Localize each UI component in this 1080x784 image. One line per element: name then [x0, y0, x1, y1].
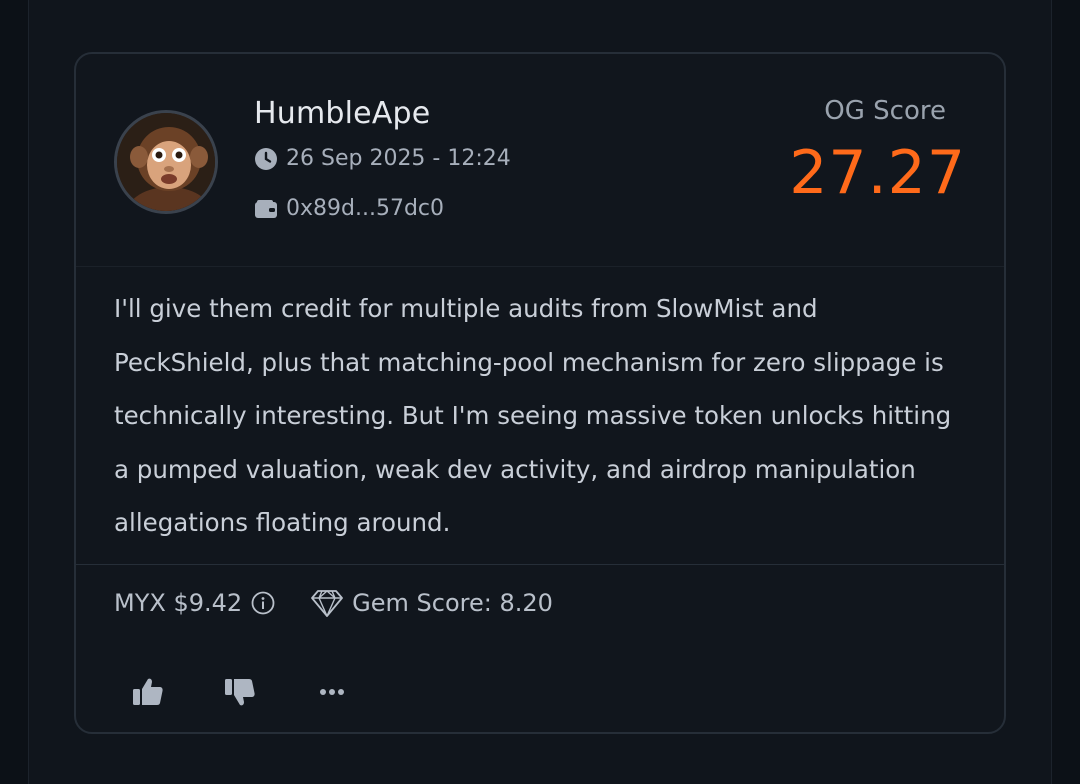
thumbs-down-icon [225, 679, 255, 706]
like-button[interactable] [128, 672, 168, 712]
post-body: I'll give them credit for multiple audit… [114, 294, 952, 537]
post-header: HumbleApe 26 Sep 2025 - 12:24 0x89d...57… [76, 54, 1004, 268]
dislike-button[interactable] [220, 672, 260, 712]
post-stats: MYX $9.42 Gem Score: 8.20 [114, 588, 553, 618]
post-actions [128, 672, 352, 712]
timestamp-text: 26 Sep 2025 - 12:24 [286, 146, 511, 171]
token-price[interactable]: MYX $9.42 [114, 589, 242, 617]
avatar[interactable] [114, 110, 218, 214]
og-score-label: OG Score [824, 96, 946, 126]
header-divider [76, 266, 1004, 267]
og-score-value: 27.27 [789, 138, 966, 208]
ape-avatar-image [117, 113, 215, 211]
diamond-icon [310, 588, 344, 618]
more-options-button[interactable] [312, 672, 352, 712]
info-icon[interactable] [250, 590, 276, 616]
gem-score-text: Gem Score: 8.20 [352, 589, 553, 617]
thumbs-up-icon [133, 678, 163, 705]
clock-icon [254, 147, 278, 171]
username[interactable]: HumbleApe [254, 96, 430, 131]
gem-score: Gem Score: 8.20 [310, 588, 553, 618]
post-card: HumbleApe 26 Sep 2025 - 12:24 0x89d...57… [74, 52, 1006, 734]
wallet-icon [254, 197, 278, 221]
wallet-address-row: 0x89d...57dc0 [254, 196, 444, 221]
ellipsis-icon [320, 689, 344, 695]
wallet-address-text[interactable]: 0x89d...57dc0 [286, 196, 444, 221]
post-timestamp-row: 26 Sep 2025 - 12:24 [254, 146, 511, 171]
footer-divider [76, 564, 1004, 565]
